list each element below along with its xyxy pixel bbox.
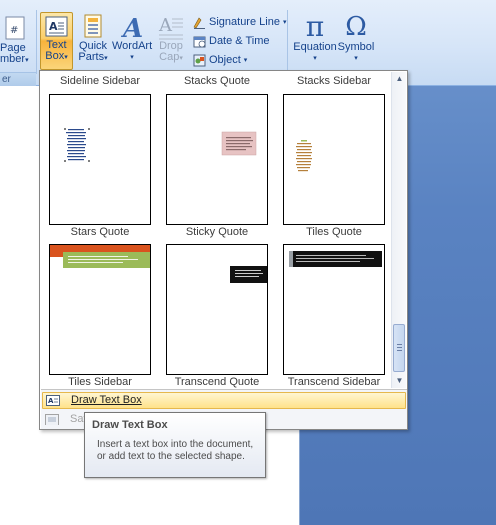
signature-line-label: Signature Line	[209, 16, 280, 28]
object-label: Object	[209, 54, 241, 66]
tiles-quote-preview	[296, 140, 312, 172]
drop-cap-label-2: Cap▾	[159, 51, 183, 63]
gallery-thumb-sticky-quote[interactable]	[166, 94, 268, 225]
drop-cap-icon: A	[158, 15, 183, 40]
text-box-label-2: Box▾	[45, 50, 68, 62]
wordart-icon: A	[120, 14, 143, 40]
tooltip-title: Draw Text Box	[92, 419, 168, 431]
calendar-icon	[193, 36, 206, 47]
symbol-label: Symbol	[337, 41, 375, 53]
wordart-label: WordArt	[112, 40, 153, 52]
text-box-gallery: Sideline Sidebar Stacks Quote Stacks Sid…	[39, 70, 408, 430]
gallery-item-transcend-quote[interactable]: Transcend Quote	[162, 376, 272, 388]
tooltip-description: Insert a text box into the document, or …	[97, 439, 254, 462]
gallery-item-tiles-quote[interactable]: Tiles Quote	[279, 226, 389, 238]
transcend-sidebar-preview	[289, 251, 382, 267]
draw-text-box-tooltip: Draw Text Box Insert a text box into the…	[84, 412, 266, 478]
signature-line-button[interactable]: Signature Line ▾	[193, 13, 286, 31]
group-label-text: er	[2, 74, 11, 85]
date-time-button[interactable]: Date & Time	[193, 32, 270, 50]
gallery-thumb-tiles-sidebar[interactable]	[49, 244, 151, 375]
gallery-item-stacks-quote[interactable]: Stacks Quote	[162, 75, 272, 87]
date-time-label: Date & Time	[209, 35, 270, 47]
page-number-icon: #	[5, 16, 25, 40]
gallery-item-stars-quote[interactable]: Stars Quote	[45, 226, 155, 238]
pi-icon: π	[305, 10, 325, 43]
transcend-quote-preview	[230, 266, 267, 283]
gallery-grid: Sideline Sidebar Stacks Quote Stacks Sid…	[41, 72, 391, 388]
quick-parts-icon	[84, 14, 102, 38]
gallery-item-tiles-sidebar[interactable]: Tiles Sidebar	[45, 376, 155, 388]
gallery-thumb-tiles-quote[interactable]	[283, 94, 385, 225]
equation-button[interactable]: π Equation ▾	[293, 12, 337, 70]
scroll-thumb[interactable]	[393, 324, 405, 372]
quick-parts-button[interactable]: Quick Parts▾	[76, 14, 110, 70]
scroll-down-arrow-icon[interactable]: ▼	[392, 374, 407, 388]
signature-line-icon	[193, 17, 205, 29]
save-selection-icon	[45, 414, 59, 425]
gallery-thumb-transcend-sidebar[interactable]	[283, 244, 385, 375]
page-number-label-2: mber▾	[0, 53, 29, 65]
text-box-icon: A	[45, 16, 67, 37]
page-number-button[interactable]: # Page mber▾	[0, 16, 29, 72]
svg-text:A: A	[49, 20, 58, 33]
wordart-button[interactable]: A WordArt ▾	[112, 14, 152, 70]
text-box-button[interactable]: A Text Box▾	[40, 12, 73, 70]
quick-parts-label-2: Parts▾	[78, 51, 108, 63]
sticky-quote-preview	[221, 131, 257, 156]
svg-text:A: A	[158, 15, 173, 36]
object-button[interactable]: Object ▾	[193, 51, 247, 69]
object-icon	[193, 54, 206, 66]
gallery-thumb-stars-quote[interactable]	[49, 94, 151, 225]
wordart-dropdown-arrow: ▾	[130, 54, 134, 61]
gallery-item-sideline-sidebar[interactable]: Sideline Sidebar	[45, 75, 155, 87]
group-separator	[36, 10, 37, 74]
stars-quote-preview	[64, 128, 90, 162]
gallery-item-transcend-sidebar[interactable]: Transcend Sidebar	[279, 376, 389, 388]
equation-label: Equation	[293, 41, 337, 53]
gallery-item-stacks-sidebar[interactable]: Stacks Sidebar	[279, 75, 389, 87]
svg-text:#: #	[10, 25, 18, 36]
header-footer-group-label: er	[0, 72, 36, 86]
symbol-dropdown-arrow: ▾	[354, 55, 358, 62]
svg-text:A: A	[48, 397, 54, 405]
gallery-thumb-transcend-quote[interactable]	[166, 244, 268, 375]
draw-text-box-label: Draw Text Box	[71, 394, 142, 406]
draw-text-box-icon: A	[46, 395, 60, 406]
gallery-scrollbar[interactable]: ▲ ▼	[391, 72, 406, 388]
drop-cap-button[interactable]: A Drop Cap▾	[154, 14, 188, 70]
tiles-sidebar-preview	[50, 245, 150, 268]
group-separator-2	[287, 10, 288, 74]
equation-dropdown-arrow: ▾	[313, 55, 317, 62]
svg-text:A: A	[120, 14, 143, 40]
scroll-up-arrow-icon[interactable]: ▲	[392, 72, 407, 86]
gallery-item-sticky-quote[interactable]: Sticky Quote	[162, 226, 272, 238]
draw-text-box-menu-item[interactable]: A Draw Text Box	[42, 392, 406, 409]
omega-icon: Ω	[345, 12, 367, 42]
symbol-button[interactable]: Ω Symbol ▾	[337, 12, 375, 70]
